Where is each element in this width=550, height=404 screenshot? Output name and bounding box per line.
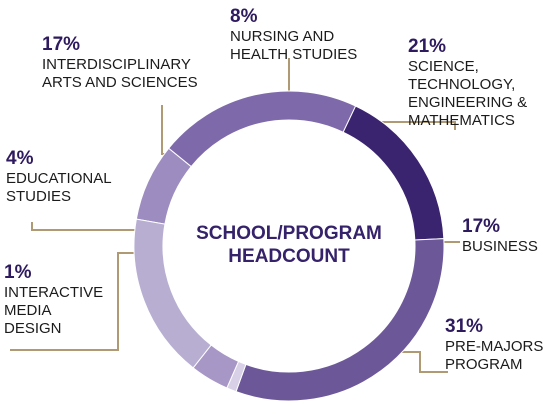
slice-category-label-2-line-4: MATHEMATICS — [408, 112, 515, 129]
slice-category-label-6-line-2: STUDIES — [6, 188, 71, 205]
slice-category-label-2-line-2: TECHNOLOGY, — [408, 76, 515, 93]
center-label-line-1: SCHOOL/PROGRAM — [196, 223, 382, 244]
slice-category-label-1-line-2: HEALTH STUDIES — [230, 46, 357, 63]
headcount-donut-chart: SCHOOL/PROGRAM HEADCOUNT 8%NURSING ANDHE… — [4, 6, 543, 402]
slice-category-label-4-line-1: PRE-MAJORS — [445, 338, 543, 355]
slice-labels: 8%NURSING ANDHEALTH STUDIES 21%SCIENCE,TE… — [4, 6, 543, 373]
slice-percent-label-6: 4% — [6, 148, 34, 169]
slice-category-label-2-line-3: ENGINEERING & — [408, 94, 527, 111]
slice-percent-label-5: 1% — [4, 262, 32, 283]
leader-line-6 — [31, 222, 136, 231]
slice-percent-label-3: 17% — [462, 216, 500, 237]
slice-category-label-7-line-1: INTERDISCIPLINARY — [42, 56, 191, 73]
slice-percent-label-7: 17% — [42, 34, 80, 55]
leader-line-7 — [161, 105, 170, 155]
center-label-line-2: HEADCOUNT — [228, 246, 350, 267]
slice-category-label-5-line-2: MEDIA — [4, 302, 52, 319]
slice-category-label-2-line-1: SCIENCE, — [408, 58, 479, 75]
slice-category-label-7-line-2: ARTS AND SCIENCES — [42, 74, 198, 91]
slice-category-label-4-line-2: PROGRAM — [445, 356, 523, 373]
donut-slice-2 — [167, 90, 357, 168]
slice-percent-label-1: 8% — [230, 6, 258, 27]
slice-category-label-3-line-1: BUSINESS — [462, 238, 538, 255]
leader-line-4 — [395, 351, 448, 373]
slice-percent-label-2: 21% — [408, 36, 446, 57]
slice-category-label-5-line-1: INTERACTIVE — [4, 284, 103, 301]
slice-category-label-5-line-3: DESIGN — [4, 320, 62, 337]
slice-category-label-1-line-1: NURSING AND — [230, 28, 334, 45]
slice-percent-label-4: 31% — [445, 316, 483, 337]
slice-category-label-6-line-1: EDUCATIONAL — [6, 170, 112, 187]
